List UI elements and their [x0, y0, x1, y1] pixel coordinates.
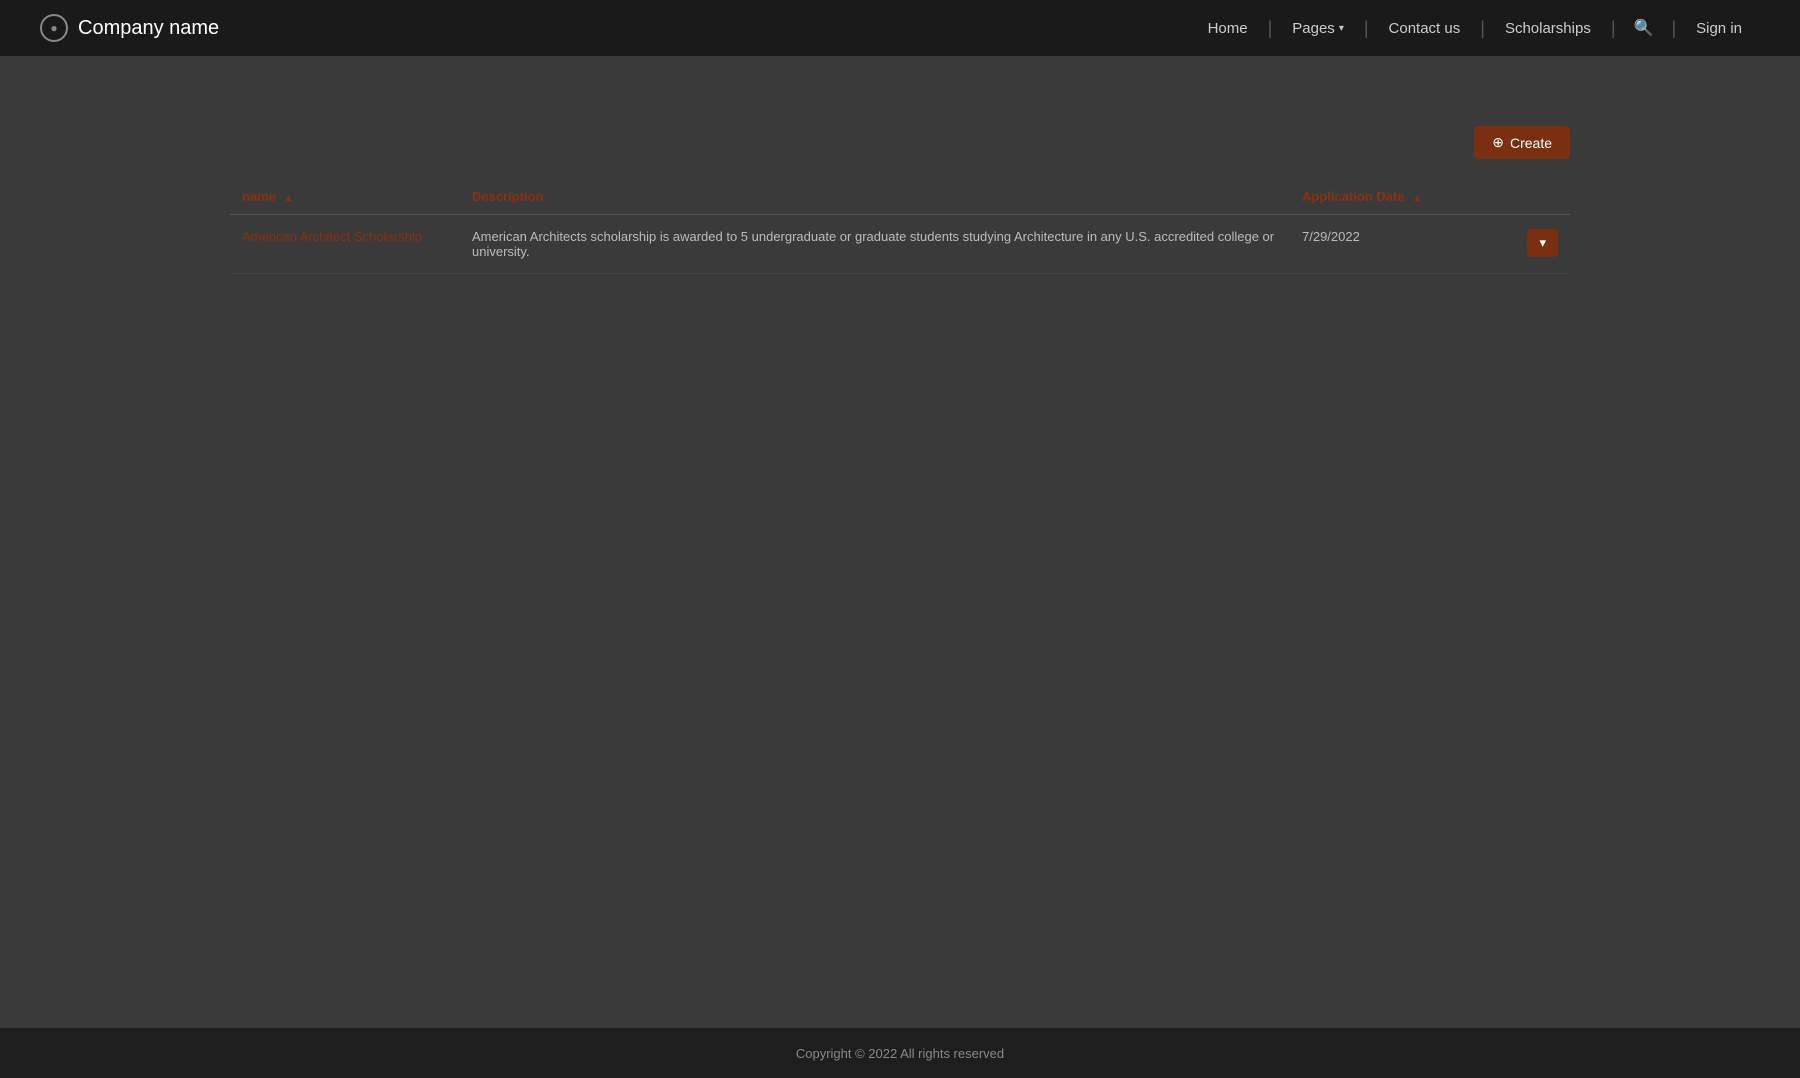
- search-icon[interactable]: 🔍: [1618, 18, 1670, 38]
- nav-pages-label: Pages: [1292, 20, 1335, 37]
- scholarship-name[interactable]: American Architect Scholarship: [242, 229, 422, 244]
- col-application-date[interactable]: Application Date ▲: [1290, 179, 1490, 215]
- nav-pages[interactable]: Pages ▾: [1274, 20, 1362, 37]
- scholarship-description-cell: American Architects scholarship is award…: [460, 215, 1290, 274]
- nav-scholarships[interactable]: Scholarships: [1487, 20, 1609, 37]
- scholarship-name-cell: American Architect Scholarship: [230, 215, 460, 274]
- navbar: ● Company name Home | Pages ▾ | Contact …: [0, 0, 1800, 56]
- nav-home[interactable]: Home: [1190, 20, 1266, 37]
- scholarship-date-cell: 7/29/2022: [1290, 215, 1490, 274]
- col-date-label: Application Date: [1302, 189, 1405, 204]
- nav-divider-3: |: [1478, 18, 1487, 39]
- nav-divider-2: |: [1362, 18, 1371, 39]
- scholarship-date: 7/29/2022: [1302, 229, 1360, 244]
- create-button[interactable]: ⊕ Create: [1474, 126, 1570, 159]
- main-content: ⊕ Create name ▲ Description Application …: [0, 56, 1800, 1028]
- col-name-sort-icon: ▲: [284, 193, 294, 204]
- footer: Copyright © 2022 All rights reserved: [0, 1028, 1800, 1078]
- pages-caret-icon: ▾: [1339, 23, 1344, 34]
- scholarships-table: name ▲ Description Application Date ▲ Am…: [230, 179, 1570, 274]
- row-action-button[interactable]: ▾: [1527, 229, 1558, 257]
- col-date-sort-icon: ▲: [1412, 193, 1422, 204]
- brand-logo[interactable]: ● Company name: [40, 14, 219, 42]
- table-body: American Architect Scholarship American …: [230, 215, 1570, 274]
- nav-contact[interactable]: Contact us: [1371, 20, 1479, 37]
- nav-signin[interactable]: Sign in: [1678, 20, 1760, 37]
- col-description: Description: [460, 179, 1290, 215]
- brand-name: Company name: [78, 17, 219, 40]
- row-action-icon: ▾: [1539, 235, 1546, 250]
- nav-divider-1: |: [1266, 18, 1275, 39]
- nav-divider-5: |: [1669, 18, 1678, 39]
- create-button-label: Create: [1510, 135, 1552, 151]
- col-actions: [1490, 179, 1570, 215]
- table-header: name ▲ Description Application Date ▲: [230, 179, 1570, 215]
- table-row: American Architect Scholarship American …: [230, 215, 1570, 274]
- col-name-label: name: [242, 189, 276, 204]
- footer-copyright: Copyright © 2022 All rights reserved: [796, 1046, 1004, 1061]
- brand-icon: ●: [40, 14, 68, 42]
- create-plus-icon: ⊕: [1492, 134, 1504, 151]
- nav-divider-4: |: [1609, 18, 1618, 39]
- action-bar: ⊕ Create: [230, 126, 1570, 159]
- col-name[interactable]: name ▲: [230, 179, 460, 215]
- scholarship-description: American Architects scholarship is award…: [472, 229, 1274, 259]
- scholarship-action-cell: ▾: [1490, 215, 1570, 274]
- col-description-label: Description: [472, 189, 544, 204]
- nav-menu: Home | Pages ▾ | Contact us | Scholarshi…: [1190, 18, 1760, 39]
